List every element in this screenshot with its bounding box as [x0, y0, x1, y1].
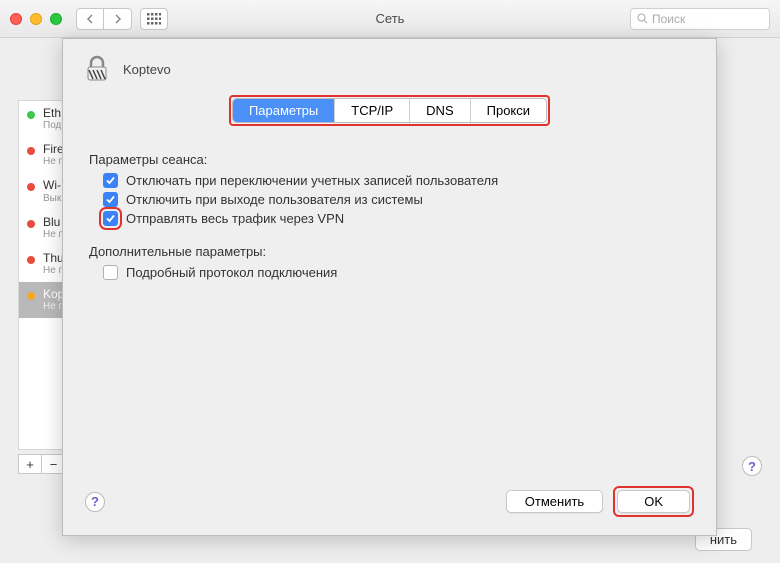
highlight-ok: OK: [613, 486, 694, 517]
checkbox-icon: [103, 173, 118, 188]
minimize-window-button[interactable]: [30, 13, 42, 25]
checkbox-icon: [103, 211, 118, 226]
close-window-button[interactable]: [10, 13, 22, 25]
sheet-content: Параметры сеанса: Отключать при переключ…: [63, 126, 716, 296]
search-field[interactable]: Поиск: [630, 8, 770, 30]
opt-label: Отключать при переключении учетных запис…: [126, 173, 498, 188]
opt-label: Отключить при выходе пользователя из сис…: [126, 192, 423, 207]
cancel-button[interactable]: Отменить: [506, 490, 603, 513]
opt-send-all-traffic[interactable]: Отправлять весь трафик через VPN: [103, 211, 690, 226]
checkbox-icon: [103, 265, 118, 280]
opt-label: Отправлять весь трафик через VPN: [126, 211, 344, 226]
status-dot-icon: [27, 256, 35, 264]
help-button-sheet[interactable]: ?: [85, 492, 105, 512]
advanced-sheet: Koptevo Параметры TCP/IP DNS Прокси Пара…: [62, 38, 717, 536]
extra-section-heading: Дополнительные параметры:: [89, 244, 690, 259]
ok-button[interactable]: OK: [617, 490, 690, 513]
opt-verbose-log[interactable]: Подробный протокол подключения: [103, 265, 690, 280]
opt-label: Подробный протокол подключения: [126, 265, 337, 280]
highlight-tab: Параметры TCP/IP DNS Прокси: [229, 95, 550, 126]
status-dot-icon: [27, 292, 35, 300]
status-dot-icon: [27, 111, 35, 119]
help-button-main[interactable]: ?: [742, 456, 762, 476]
tab-dns[interactable]: DNS: [409, 99, 469, 122]
tab-proxy[interactable]: Прокси: [470, 99, 546, 122]
status-dot-icon: [27, 183, 35, 191]
opt-disconnect-switch-user[interactable]: Отключать при переключении учетных запис…: [103, 173, 690, 188]
session-section-heading: Параметры сеанса:: [89, 152, 690, 167]
search-placeholder: Поиск: [652, 12, 685, 26]
tab-tcpip[interactable]: TCP/IP: [334, 99, 409, 122]
network-prefs-window: Сеть Поиск Eth Под Fire Не п Wi- Вык: [0, 0, 780, 563]
nav-buttons: [76, 8, 132, 30]
sheet-title: Koptevo: [123, 62, 171, 77]
vpn-lock-icon: [83, 55, 111, 83]
search-icon: [637, 13, 648, 24]
titlebar: Сеть Поиск: [0, 0, 780, 38]
status-dot-icon: [27, 147, 35, 155]
forward-button[interactable]: [104, 8, 132, 30]
window-title: Сеть: [376, 11, 405, 26]
opt-disconnect-logout[interactable]: Отключить при выходе пользователя из сис…: [103, 192, 690, 207]
zoom-window-button[interactable]: [50, 13, 62, 25]
back-button[interactable]: [76, 8, 104, 30]
tabs: Параметры TCP/IP DNS Прокси: [83, 95, 696, 126]
sheet-header: Koptevo: [63, 39, 716, 95]
add-service-button[interactable]: +: [18, 454, 42, 474]
tab-options[interactable]: Параметры: [233, 99, 334, 122]
tabbar: Параметры TCP/IP DNS Прокси: [232, 98, 547, 123]
status-dot-icon: [27, 220, 35, 228]
sheet-footer: ? Отменить OK: [63, 486, 716, 517]
window-controls: [10, 13, 62, 25]
help-icon: ?: [742, 456, 762, 476]
show-all-button[interactable]: [140, 8, 168, 30]
checkbox-icon: [103, 192, 118, 207]
